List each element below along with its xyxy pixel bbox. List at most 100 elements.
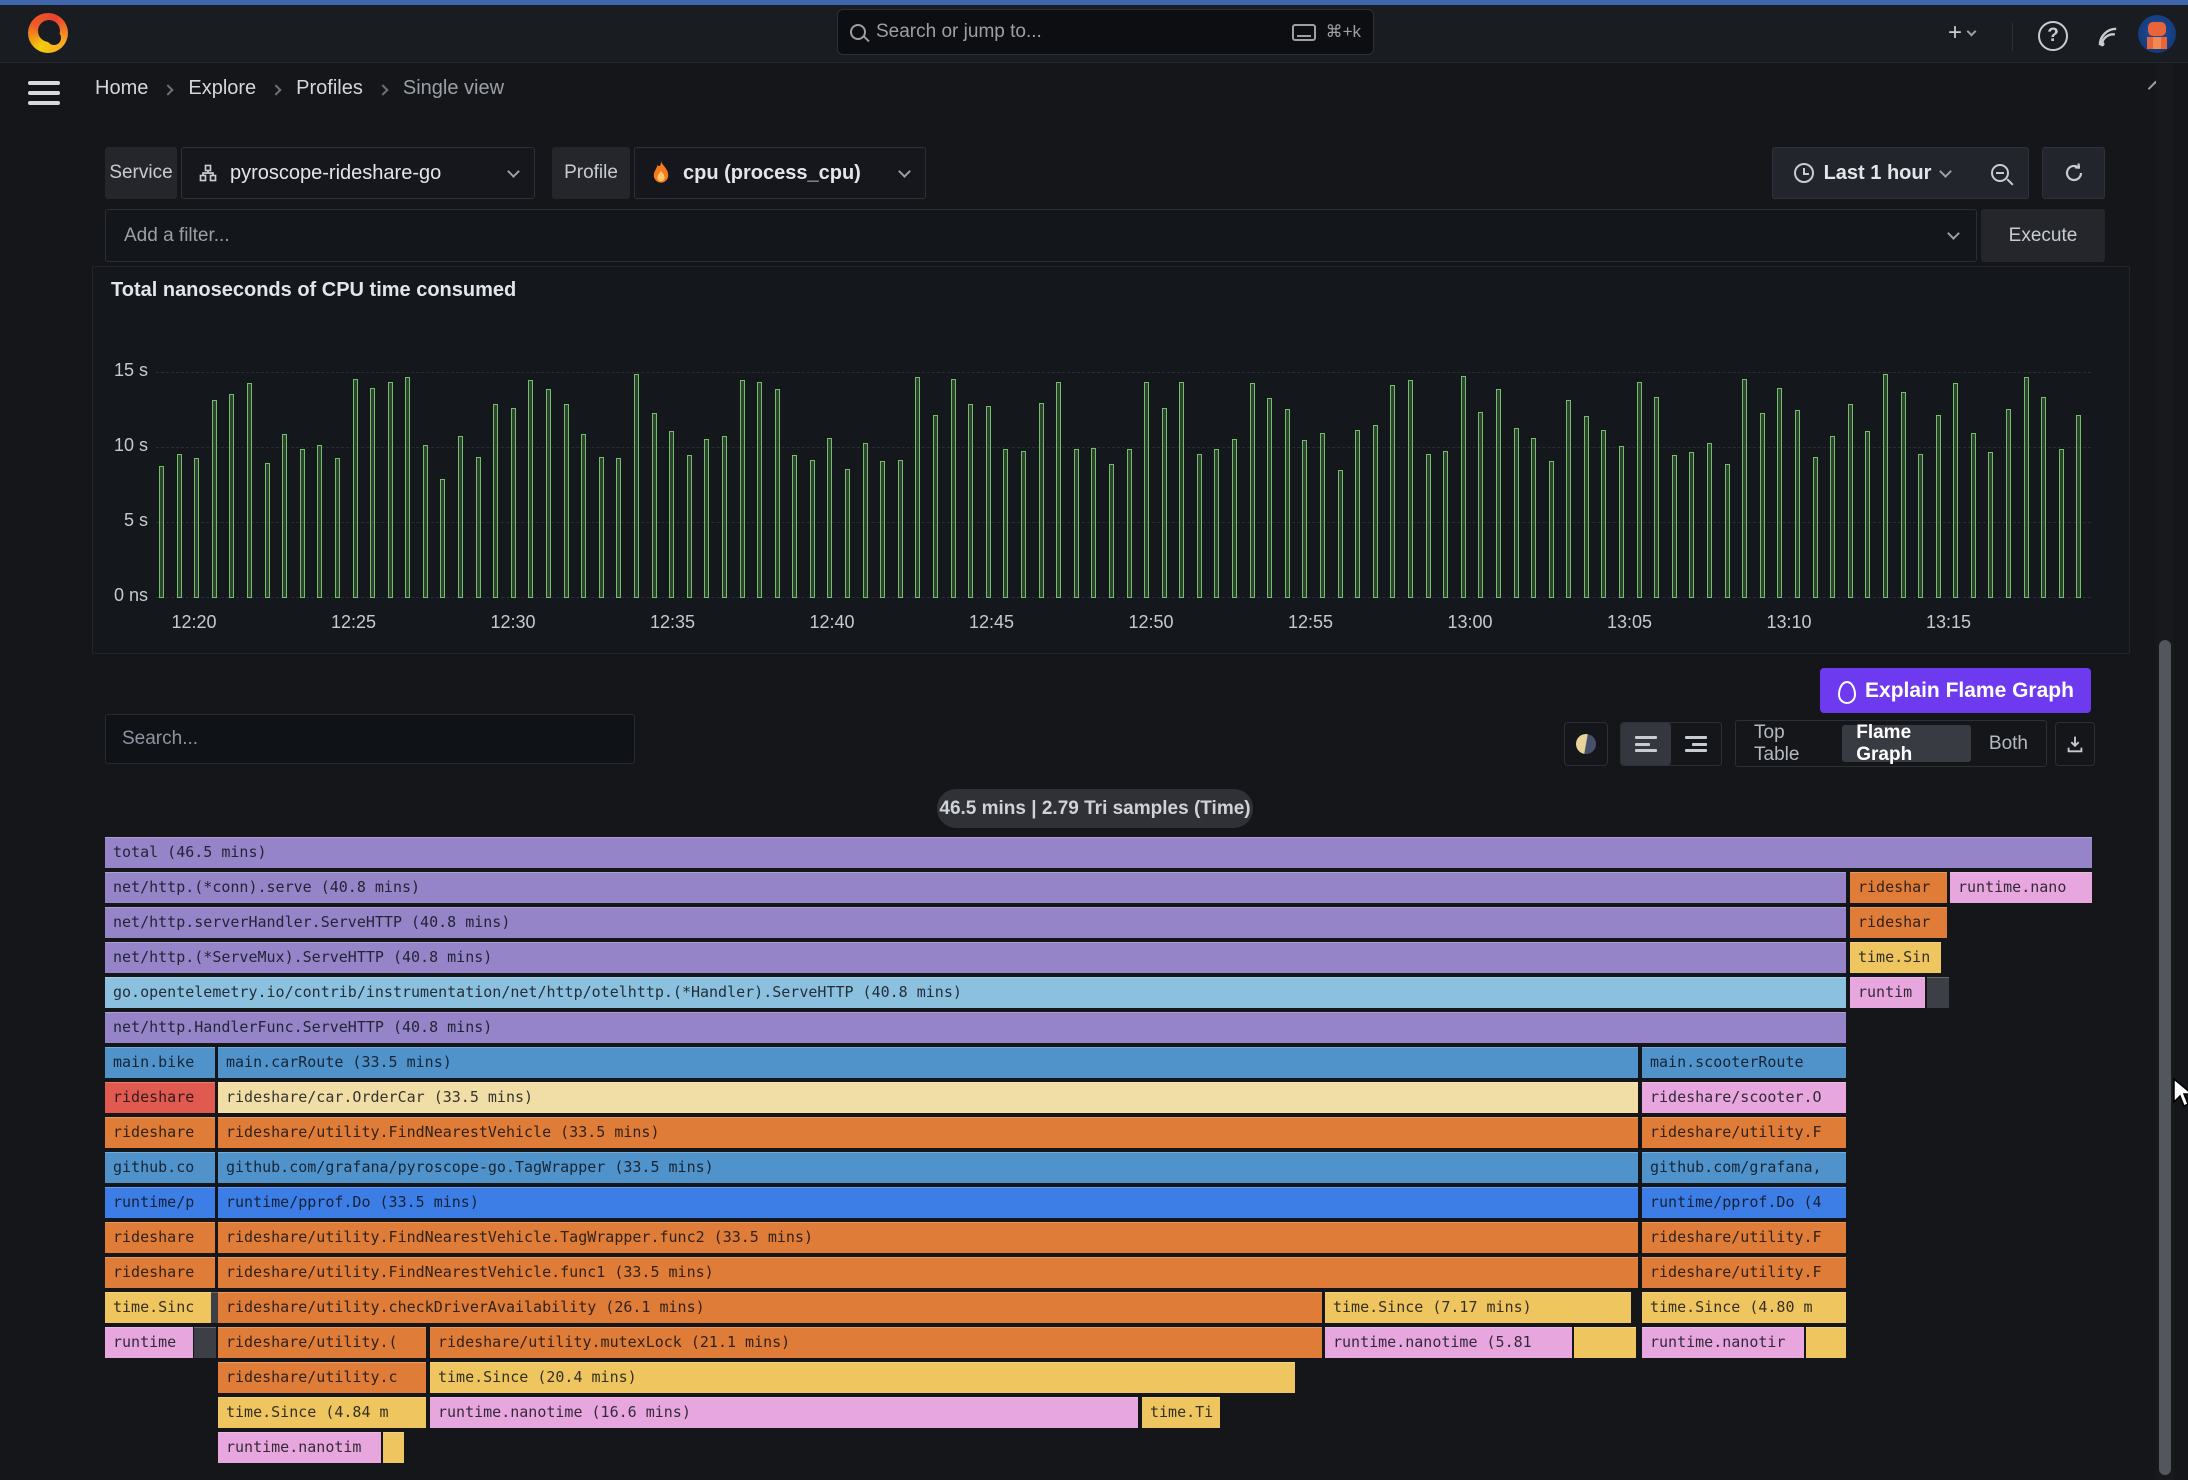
flame-cell[interactable]: total (46.5 mins)	[105, 837, 2092, 868]
flame-cell[interactable]: github.co	[105, 1152, 215, 1183]
flame-cell[interactable]	[194, 1327, 216, 1358]
breadcrumb-profiles[interactable]: Profiles	[296, 77, 363, 100]
flame-cell[interactable]: time.Since (7.17 mins)	[1325, 1292, 1631, 1323]
page-scrollbar-thumb[interactable]	[2159, 640, 2171, 1475]
view-flame-graph[interactable]: Flame Graph	[1842, 725, 1971, 762]
flame-cell[interactable]: runtime.nanotime (5.81	[1325, 1327, 1572, 1358]
breadcrumb-home[interactable]: Home	[95, 77, 148, 100]
flame-cell[interactable]: main.bike	[105, 1047, 215, 1078]
keyboard-icon	[1292, 24, 1316, 41]
flame-cell[interactable]: github.com/grafana,	[1642, 1152, 1846, 1183]
chart-bar	[1056, 382, 1061, 598]
download-button[interactable]	[2055, 722, 2095, 766]
user-avatar[interactable]	[2138, 15, 2176, 53]
flame-cell[interactable]: go.opentelemetry.io/contrib/instrumentat…	[105, 977, 1846, 1008]
grafana-logo-icon[interactable]	[28, 13, 68, 53]
flame-cell[interactable]: net/http.(*conn).serve (40.8 mins)	[105, 872, 1846, 903]
flame-cell[interactable]: rideshare/utility.FindNearestVehicle.fun…	[218, 1257, 1638, 1288]
flame-cell[interactable]	[1927, 977, 1949, 1008]
chart-bar	[880, 461, 885, 598]
chart-bar	[1197, 454, 1202, 598]
flame-cell[interactable]: main.scooterRoute	[1642, 1047, 1846, 1078]
flame-cell[interactable]: time.Sinc	[105, 1292, 211, 1323]
flame-cell[interactable]: net/http.serverHandler.ServeHTTP (40.8 m…	[105, 907, 1846, 938]
chart-bar	[740, 380, 745, 598]
flame-cell[interactable]: time.Sin	[1850, 942, 1941, 973]
flame-cell[interactable]: runtime/p	[105, 1187, 215, 1218]
flame-cell[interactable]: runtime/pprof.Do (33.5 mins)	[218, 1187, 1638, 1218]
flame-cell[interactable]: time.Since (20.4 mins)	[430, 1362, 1295, 1393]
chart-bar	[1918, 454, 1923, 598]
chart-bar	[1179, 382, 1184, 598]
cpu-time-bar-chart[interactable]	[156, 371, 2091, 598]
flame-cell[interactable]: rideshar	[1850, 872, 1947, 903]
flame-search-input[interactable]	[122, 728, 618, 750]
new-menu-button[interactable]: +	[1948, 21, 1975, 45]
flame-cell[interactable]	[1806, 1327, 1846, 1358]
flame-cell[interactable]: time.Since (4.80 m	[1642, 1292, 1846, 1323]
flame-cell[interactable]: runtime	[105, 1327, 193, 1358]
chart-bar	[827, 438, 832, 598]
view-top-table[interactable]: Top Table	[1740, 725, 1838, 762]
flame-cell[interactable]: rideshare/utility.FindNearestVehicle (33…	[218, 1117, 1638, 1148]
flame-cell[interactable]: rideshare	[105, 1117, 215, 1148]
chart-bar	[2059, 449, 2064, 598]
flame-cell[interactable]: rideshare/utility.F	[1642, 1117, 1846, 1148]
color-scheme-toggle-button[interactable]	[1564, 722, 1608, 766]
help-button[interactable]: ?	[2038, 21, 2068, 51]
flame-cell[interactable]: rideshare/car.OrderCar (33.5 mins)	[218, 1082, 1638, 1113]
explain-flame-graph-button[interactable]: Explain Flame Graph	[1820, 668, 2091, 713]
chart-bar	[528, 380, 533, 598]
flame-cell[interactable]: runtime/pprof.Do (4	[1642, 1187, 1846, 1218]
flame-cell[interactable]: rideshare/utility.F	[1642, 1222, 1846, 1253]
flame-cell[interactable]: rideshare/utility.mutexLock (21.1 mins)	[430, 1327, 1322, 1358]
flame-cell[interactable]: runtime.nanotime (16.6 mins)	[430, 1397, 1138, 1428]
flame-search-box[interactable]	[105, 714, 635, 764]
flame-cell[interactable]: net/http.HandlerFunc.ServeHTTP (40.8 min…	[105, 1012, 1846, 1043]
flame-cell[interactable]: rideshare/scooter.O	[1642, 1082, 1846, 1113]
chart-bar	[1672, 455, 1677, 598]
filter-input[interactable]	[105, 209, 1977, 262]
flame-cell[interactable]: rideshare/utility.c	[218, 1362, 426, 1393]
flame-cell[interactable]: rideshare	[105, 1082, 215, 1113]
flame-cell[interactable]: runtime.nanotim	[218, 1432, 381, 1463]
align-left-button[interactable]	[1621, 723, 1671, 765]
flame-cell[interactable]: rideshare/utility.checkDriverAvailabilit…	[218, 1292, 1322, 1323]
news-rss-icon[interactable]	[2094, 23, 2122, 51]
flame-cell[interactable]: rideshare/utility.F	[1642, 1257, 1846, 1288]
flame-cell[interactable]: main.carRoute (33.5 mins)	[218, 1047, 1638, 1078]
flame-cell[interactable]: time.Ti	[1142, 1397, 1220, 1428]
flame-cell[interactable]: runtime.nano	[1950, 872, 2092, 903]
flame-cell[interactable]: rideshar	[1850, 907, 1947, 938]
chart-bar	[1443, 451, 1448, 598]
chart-bar	[1988, 452, 1993, 598]
service-dropdown[interactable]: pyroscope-rideshare-go	[181, 147, 535, 199]
execute-button[interactable]: Execute	[1981, 209, 2105, 262]
global-search-input[interactable]	[876, 21, 1282, 43]
flame-cell[interactable]: rideshare/utility.FindNearestVehicle.Tag…	[218, 1222, 1638, 1253]
filter-text-input[interactable]	[124, 225, 1949, 247]
menu-hamburger-button[interactable]	[28, 81, 60, 105]
profile-dropdown[interactable]: cpu (process_cpu)	[634, 147, 926, 199]
global-search-box[interactable]: ⌘+k	[837, 9, 1374, 55]
flame-cell[interactable]: rideshare	[105, 1257, 215, 1288]
time-range-picker[interactable]: Last 1 hour	[1772, 147, 1972, 199]
flame-cell[interactable]	[383, 1432, 404, 1463]
flame-cell[interactable]	[1574, 1327, 1636, 1358]
zoom-out-button[interactable]	[1971, 147, 2029, 199]
chart-bar	[1250, 383, 1255, 598]
chart-bar	[1936, 415, 1941, 598]
align-left-icon	[1635, 736, 1657, 752]
flame-cell[interactable]: rideshare/utility.(	[218, 1327, 426, 1358]
flame-cell[interactable]: runtime.nanotir	[1642, 1327, 1804, 1358]
breadcrumb-explore[interactable]: Explore	[188, 77, 256, 100]
flame-cell[interactable]: github.com/grafana/pyroscope-go.TagWrapp…	[218, 1152, 1638, 1183]
refresh-button[interactable]	[2042, 147, 2105, 199]
x-axis-tick: 12:35	[633, 612, 713, 633]
flame-cell[interactable]: rideshare	[105, 1222, 215, 1253]
align-right-button[interactable]	[1671, 723, 1721, 765]
flame-cell[interactable]: runtim	[1850, 977, 1925, 1008]
flame-cell[interactable]: time.Since (4.84 m	[218, 1397, 426, 1428]
view-both[interactable]: Both	[1975, 725, 2042, 762]
flame-cell[interactable]: net/http.(*ServeMux).ServeHTTP (40.8 min…	[105, 942, 1846, 973]
